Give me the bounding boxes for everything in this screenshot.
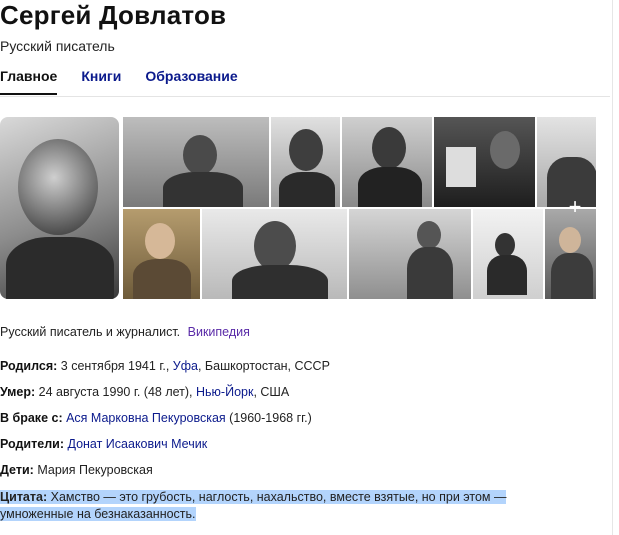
fact-value: , Башкортостан, СССР <box>197 359 330 373</box>
description-text: Русский писатель и журналист. <box>0 325 181 339</box>
plus-icon[interactable]: + <box>565 196 585 218</box>
gallery-photo[interactable] <box>342 117 432 207</box>
fact-label: Цитата: <box>0 490 48 504</box>
wikipedia-link[interactable]: Википедия <box>188 325 250 339</box>
tabs-divider <box>0 96 610 97</box>
gallery-photo[interactable] <box>271 117 340 207</box>
gallery-photo[interactable] <box>202 209 347 299</box>
fact-value: Мария Пекуровская <box>37 463 153 477</box>
gallery-photo[interactable] <box>473 209 543 299</box>
panel-edge-divider <box>612 0 613 535</box>
tab-bar: Главное Книги Образование <box>0 68 238 95</box>
gallery-photo[interactable] <box>537 117 596 207</box>
tab-education[interactable]: Образование <box>145 68 237 95</box>
fact-value: 3 сентября 1941 г., <box>60 359 173 373</box>
page-title: Сергей Довлатов <box>0 0 227 30</box>
fact-died: Умер: 24 августа 1990 г. (48 лет), Нью-Й… <box>0 385 289 399</box>
fact-value: , США <box>253 385 290 399</box>
gallery-photo[interactable] <box>349 209 471 299</box>
fact-quote: Цитата: Хамство — это грубость, наглость… <box>0 489 540 523</box>
quote-text: Хамство — это грубость, наглость, нахаль… <box>0 490 507 521</box>
fact-value: 24 августа 1990 г. (48 лет), <box>38 385 197 399</box>
photo-gallery: + <box>0 117 596 299</box>
spouse-link[interactable]: Ася Марковна Пекуровская <box>66 411 226 425</box>
fact-married: В браке с: Ася Марковна Пекуровская (196… <box>0 411 312 425</box>
gallery-photo[interactable] <box>123 209 200 299</box>
page-subtitle: Русский писатель <box>0 38 115 54</box>
fact-label: Родился: <box>0 359 58 373</box>
fact-parents: Родители: Донат Исаакович Мечик <box>0 437 207 451</box>
tab-books[interactable]: Книги <box>81 68 121 95</box>
fact-born: Родился: 3 сентября 1941 г., Уфа, Башкор… <box>0 359 330 373</box>
gallery-photo[interactable] <box>434 117 535 207</box>
fact-label: Родители: <box>0 437 64 451</box>
fact-label: Умер: <box>0 385 36 399</box>
description: Русский писатель и журналист. Википедия <box>0 325 250 339</box>
gallery-photo[interactable] <box>123 117 269 207</box>
parent-link[interactable]: Донат Исаакович Мечик <box>67 437 207 451</box>
fact-label: Дети: <box>0 463 34 477</box>
tab-main[interactable]: Главное <box>0 68 58 95</box>
fact-label: В браке с: <box>0 411 63 425</box>
fact-children: Дети: Мария Пекуровская <box>0 463 153 477</box>
deathplace-link[interactable]: Нью-Йорк <box>196 385 253 399</box>
birthplace-link[interactable]: Уфа <box>173 359 198 373</box>
fact-value: (1960-1968 гг.) <box>225 411 312 425</box>
gallery-photo-main[interactable] <box>0 117 119 299</box>
gallery-photo[interactable] <box>545 209 596 299</box>
